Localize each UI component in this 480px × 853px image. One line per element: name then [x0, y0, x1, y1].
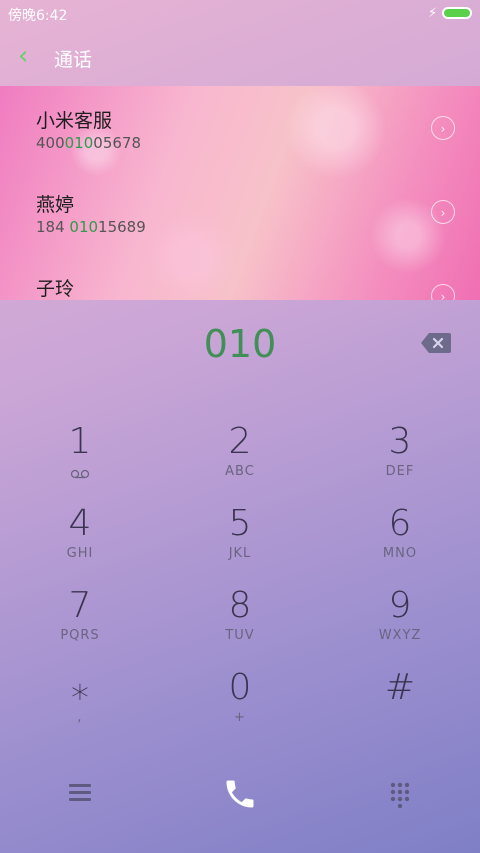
- key-star[interactable]: ⁎ ,: [0, 666, 160, 748]
- key-digit: #: [384, 667, 416, 708]
- contact-number: 184 01015689: [36, 218, 146, 236]
- key-4[interactable]: 4 GHI: [0, 502, 160, 584]
- key-digit: 8: [228, 585, 252, 626]
- key-letters: JKL: [228, 546, 252, 561]
- key-letters: WXYZ: [378, 628, 422, 643]
- backspace-icon[interactable]: [421, 333, 451, 353]
- list-item[interactable]: 子玲 ›: [0, 254, 480, 300]
- status-bar: 傍晚6:42 ⚡: [0, 0, 480, 28]
- key-letters: ABC: [225, 464, 255, 479]
- key-digit: 9: [388, 585, 412, 626]
- header: ‹ 通话: [0, 36, 480, 80]
- search-results: 小米客服 40001005678 › 燕婷 184 01015689 › 子玲 …: [0, 86, 480, 300]
- key-digit: 4: [68, 503, 92, 544]
- key-letters: MNO: [382, 546, 418, 561]
- key-digit: 0: [228, 667, 252, 708]
- key-1[interactable]: 1: [0, 420, 160, 502]
- chevron-right-icon[interactable]: ›: [431, 200, 455, 224]
- key-letters: +: [234, 710, 246, 725]
- bottom-bar: [0, 766, 480, 826]
- key-0[interactable]: 0 +: [160, 666, 320, 748]
- list-item[interactable]: 小米客服 40001005678 ›: [0, 86, 480, 166]
- key-letters: ,: [77, 710, 83, 725]
- key-3[interactable]: 3 DEF: [320, 420, 480, 502]
- key-digit: 2: [228, 421, 252, 462]
- key-digit: 5: [228, 503, 252, 544]
- key-2[interactable]: 2 ABC: [160, 420, 320, 502]
- key-digit: 6: [388, 503, 412, 544]
- dialpad-icon[interactable]: [389, 782, 411, 808]
- status-time: 傍晚6:42: [8, 8, 68, 24]
- key-hash[interactable]: #: [320, 666, 480, 748]
- list-item[interactable]: 燕婷 184 01015689 ›: [0, 170, 480, 250]
- key-digit: 3: [388, 421, 412, 462]
- dial-input[interactable]: 010: [0, 322, 480, 366]
- contact-number: 40001005678: [36, 134, 141, 152]
- key-5[interactable]: 5 JKL: [160, 502, 320, 584]
- phone-icon[interactable]: [222, 776, 258, 812]
- key-letters: DEF: [385, 464, 415, 479]
- key-8[interactable]: 8 TUV: [160, 584, 320, 666]
- key-digit: ⁎: [71, 667, 89, 708]
- menu-icon[interactable]: [69, 784, 91, 802]
- chevron-left-icon[interactable]: ‹: [18, 41, 28, 71]
- contact-name: 燕婷: [36, 194, 75, 216]
- key-digit: 1: [68, 421, 92, 462]
- contact-name: 小米客服: [36, 110, 113, 132]
- key-letters: TUV: [225, 628, 255, 643]
- key-letters: PQRS: [60, 628, 100, 643]
- battery-icon: [442, 7, 472, 19]
- key-7[interactable]: 7 PQRS: [0, 584, 160, 666]
- chevron-right-icon[interactable]: ›: [431, 116, 455, 140]
- key-9[interactable]: 9 WXYZ: [320, 584, 480, 666]
- contact-name: 子玲: [36, 278, 75, 300]
- page-title: 通话: [54, 49, 93, 71]
- key-letters: GHI: [66, 546, 94, 561]
- key-6[interactable]: 6 MNO: [320, 502, 480, 584]
- charging-icon: ⚡: [428, 6, 438, 21]
- chevron-right-icon[interactable]: ›: [431, 284, 455, 300]
- key-digit: 7: [68, 585, 92, 626]
- voicemail-icon: [70, 469, 90, 479]
